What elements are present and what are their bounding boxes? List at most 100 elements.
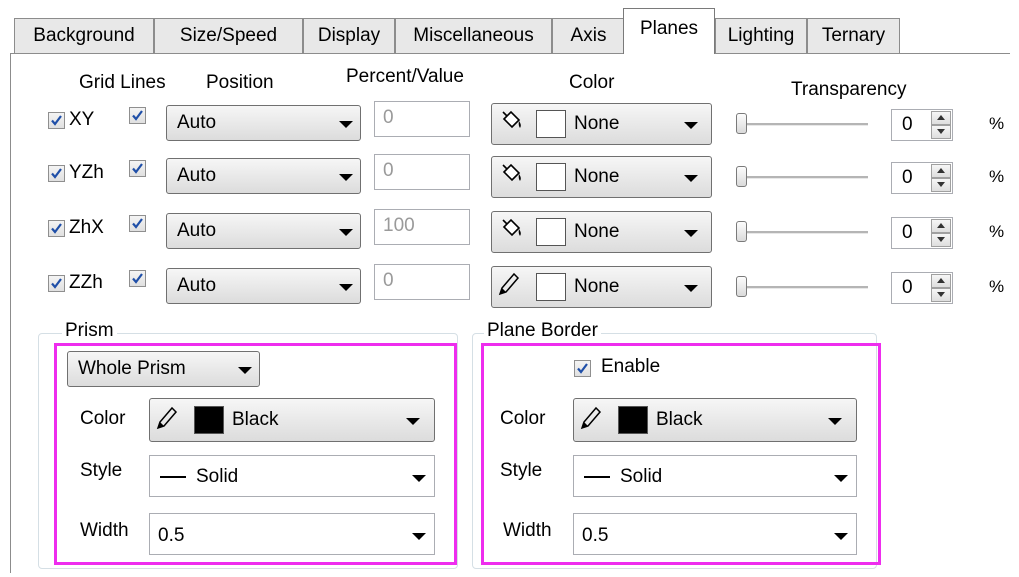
tab-miscellaneous[interactable]: Miscellaneous: [395, 18, 552, 53]
plane-color-swatch: [536, 110, 566, 138]
percent-value-input[interactable]: 0: [374, 154, 470, 190]
plane-checkbox[interactable]: [48, 165, 65, 182]
grid-lines-checkbox[interactable]: [129, 215, 146, 232]
plane-color-dropdown[interactable]: None: [491, 266, 712, 308]
tab-background[interactable]: Background: [14, 18, 154, 53]
transparency-slider-thumb[interactable]: [736, 113, 747, 134]
transparency-spinner[interactable]: 0: [891, 109, 953, 141]
prism-color-value: Black: [232, 409, 279, 430]
plane-checkbox[interactable]: [48, 220, 65, 237]
prism-width-value: 0.5: [158, 525, 185, 546]
position-value: Auto: [177, 112, 217, 133]
prism-style-dropdown[interactable]: Solid: [149, 455, 435, 497]
color-header: Color: [569, 72, 615, 93]
pen-icon: [580, 406, 602, 436]
prism-mode-dropdown[interactable]: Whole Prism: [67, 351, 260, 387]
chevron-down-icon: [684, 122, 698, 129]
enable-checkbox[interactable]: [574, 360, 591, 377]
border-style-dropdown[interactable]: Solid: [573, 455, 857, 497]
plane-color-dropdown[interactable]: None: [491, 211, 712, 253]
spin-up-icon[interactable]: [931, 111, 951, 125]
transparency-slider-track: [740, 231, 868, 234]
plane-color-dropdown[interactable]: None: [491, 103, 712, 145]
border-color-dropdown[interactable]: Black: [573, 398, 857, 442]
transparency-spinner[interactable]: 0: [891, 217, 953, 249]
plane-label: YZh: [69, 162, 104, 183]
border-color-value: Black: [656, 409, 703, 430]
prism-width-dropdown[interactable]: 0.5: [149, 513, 435, 555]
transparency-slider-track: [740, 176, 868, 179]
tab-display[interactable]: Display: [303, 18, 395, 53]
transparency-slider-thumb[interactable]: [736, 276, 747, 297]
position-value: Auto: [177, 275, 217, 296]
enable-label: Enable: [601, 356, 661, 377]
transparency-slider-thumb[interactable]: [736, 166, 747, 187]
position-dropdown[interactable]: Auto: [166, 158, 361, 194]
grid-lines-checkbox[interactable]: [129, 107, 146, 124]
transparency-slider-track: [740, 123, 868, 126]
tab-axis[interactable]: Axis: [552, 18, 625, 53]
percent-unit: %: [989, 277, 1005, 296]
chevron-down-icon: [684, 230, 698, 237]
grid-lines-checkbox[interactable]: [129, 160, 146, 177]
border-width-value: 0.5: [582, 525, 609, 546]
tab-ternary[interactable]: Ternary: [807, 18, 900, 53]
position-dropdown[interactable]: Auto: [166, 105, 361, 141]
border-width-dropdown[interactable]: 0.5: [573, 513, 857, 555]
plane-color-swatch: [536, 218, 566, 246]
position-dropdown[interactable]: Auto: [166, 213, 361, 249]
border-style-label: Style: [500, 460, 543, 481]
chevron-down-icon: [412, 533, 426, 540]
plane-checkbox[interactable]: [48, 112, 65, 129]
grid-lines-header: Grid Lines: [79, 72, 166, 93]
prism-style-label: Style: [80, 460, 123, 481]
grid-lines-checkbox[interactable]: [129, 270, 146, 287]
spin-down-icon[interactable]: [931, 288, 951, 302]
solid-line-icon: [584, 475, 610, 478]
border-width-label: Width: [503, 520, 552, 541]
spin-up-icon[interactable]: [931, 219, 951, 233]
position-dropdown[interactable]: Auto: [166, 268, 361, 304]
tab-lighting[interactable]: Lighting: [715, 18, 807, 53]
transparency-header: Transparency: [791, 79, 907, 100]
percent-unit: %: [989, 222, 1005, 241]
plane-color-value: None: [574, 113, 620, 134]
spin-down-icon[interactable]: [931, 233, 951, 247]
transparency-spinner[interactable]: 0: [891, 272, 953, 304]
border-color-label: Color: [500, 408, 546, 429]
tab-size-speed[interactable]: Size/Speed: [154, 18, 303, 53]
transparency-slider-track: [740, 286, 868, 289]
prism-mode-value: Whole Prism: [78, 358, 186, 379]
chevron-down-icon: [828, 418, 842, 425]
spin-down-icon[interactable]: [931, 125, 951, 139]
prism-color-dropdown[interactable]: Black: [149, 398, 435, 442]
prism-color-label: Color: [80, 408, 126, 429]
plane-color-dropdown[interactable]: None: [491, 156, 712, 198]
chevron-down-icon: [412, 475, 426, 482]
plane-checkbox[interactable]: [48, 275, 65, 292]
spin-up-icon[interactable]: [931, 274, 951, 288]
chevron-down-icon: [684, 285, 698, 292]
tab-planes[interactable]: Planes: [623, 8, 715, 54]
chevron-down-icon: [339, 229, 353, 236]
transparency-value: 0: [902, 114, 913, 135]
percent-value-input[interactable]: 100: [374, 209, 470, 245]
position-value: Auto: [177, 220, 217, 241]
plane-color-swatch: [536, 273, 566, 301]
plane-border-group-title: Plane Border: [484, 320, 601, 342]
fill-bucket-icon: [498, 162, 524, 194]
chevron-down-icon: [684, 175, 698, 182]
percent-value-input[interactable]: 0: [374, 101, 470, 137]
transparency-spinner[interactable]: 0: [891, 162, 953, 194]
transparency-value: 0: [902, 222, 913, 243]
percent-value-input[interactable]: 0: [374, 264, 470, 300]
chevron-down-icon: [339, 284, 353, 291]
transparency-slider-thumb[interactable]: [736, 221, 747, 242]
fill-bucket-icon: [498, 217, 524, 249]
spin-up-icon[interactable]: [931, 164, 951, 178]
transparency-value: 0: [902, 167, 913, 188]
plane-color-value: None: [574, 276, 620, 297]
chevron-down-icon: [339, 174, 353, 181]
spin-down-icon[interactable]: [931, 178, 951, 192]
position-header: Position: [206, 72, 274, 93]
